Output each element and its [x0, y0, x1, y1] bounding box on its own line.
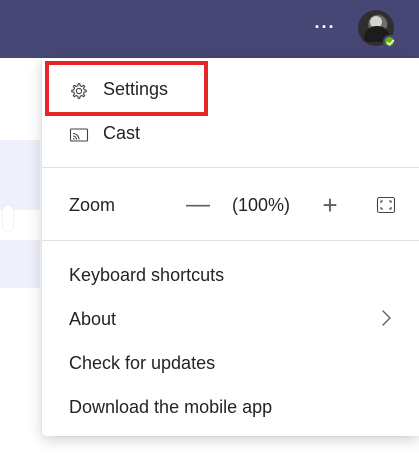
menu-item-label: Keyboard shortcuts: [69, 265, 225, 285]
background-panel: [0, 240, 40, 288]
menu-divider: [42, 240, 419, 241]
app-title-bar: ···: [0, 0, 419, 58]
menu-divider: [42, 167, 419, 168]
menu-item-label: Cast: [103, 123, 141, 143]
menu-item-label: About: [69, 309, 117, 329]
user-avatar[interactable]: [358, 10, 396, 48]
menu-item-label: Check for updates: [69, 353, 216, 373]
zoom-out-button[interactable]: —: [186, 190, 210, 220]
background-panel: [0, 140, 40, 210]
available-check-icon: [383, 35, 396, 48]
zoom-label: Zoom: [69, 195, 116, 215]
more-options-button[interactable]: ···: [308, 15, 342, 39]
settings-highlight-box: [45, 61, 208, 116]
cast-icon: [69, 124, 89, 144]
zoom-in-button[interactable]: +: [319, 190, 341, 220]
zoom-row: Zoom — (100%) +: [42, 183, 419, 227]
background-handle: [3, 205, 13, 231]
chevron-right-icon: [380, 307, 394, 329]
menu-item-about[interactable]: About: [69, 304, 399, 334]
fullscreen-icon[interactable]: [376, 196, 396, 214]
menu-item-label: Download the mobile app: [69, 397, 273, 417]
zoom-level: (100%): [232, 195, 291, 215]
